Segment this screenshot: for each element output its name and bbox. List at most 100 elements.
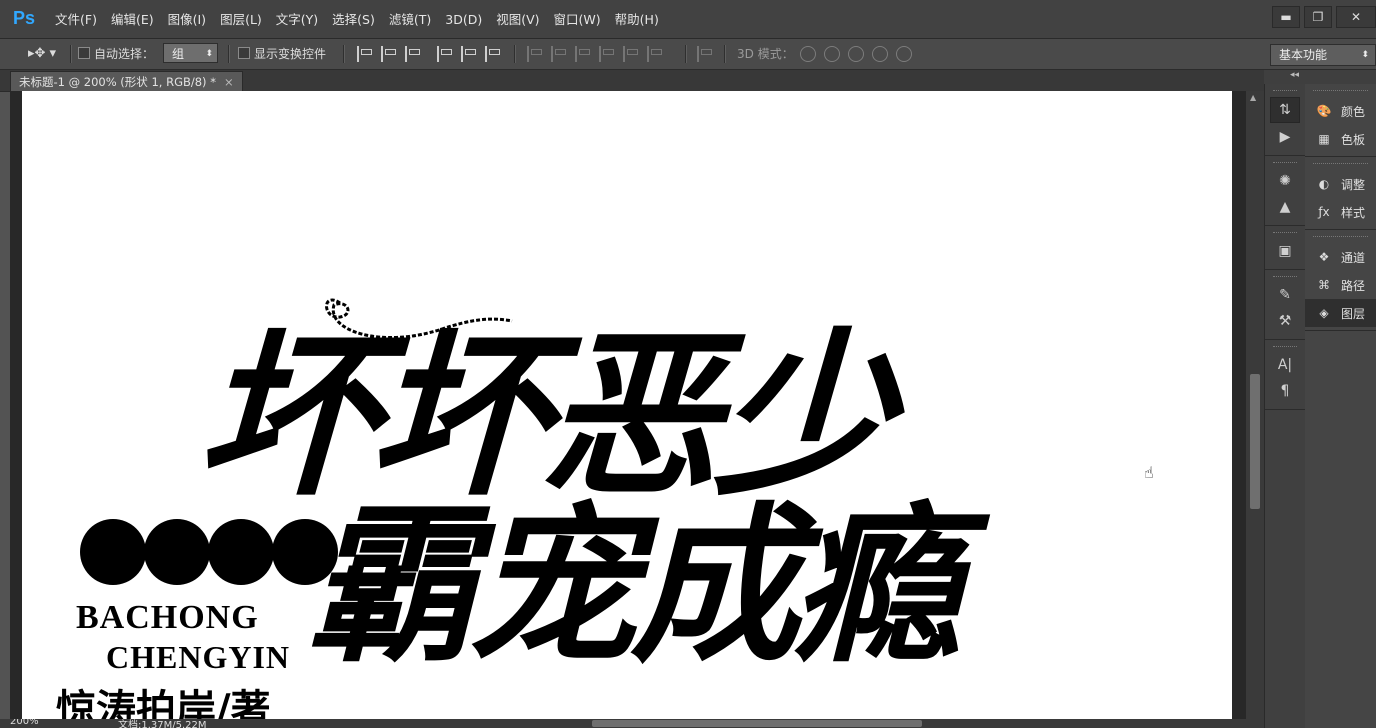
3d-mode-group	[800, 46, 912, 62]
checkbox-icon	[238, 47, 250, 59]
pinyin-line-1[interactable]: BACHONG	[76, 599, 259, 637]
grip	[1273, 162, 1297, 166]
menu-bar: Ps 文件(F) 编辑(E) 图像(I) 图层(L) 文字(Y) 选择(S) 滤…	[0, 0, 1376, 39]
grip	[1313, 90, 1368, 94]
grip	[1313, 236, 1368, 240]
panel-dock: 🎨 颜色 ▦ 色板 ◐ 调整 ƒx 样式 ❖ 通道 ⌘ 路径 ◈ 图层	[1305, 84, 1376, 728]
3d-roll-icon[interactable]	[824, 46, 840, 62]
tool-presets-icon[interactable]: ⚒	[1271, 309, 1299, 333]
title-line-2[interactable]: 霸宠成瘾	[296, 486, 994, 686]
panel-label: 图层	[1341, 306, 1366, 321]
grip	[1273, 346, 1297, 350]
scroll-thumb[interactable]	[1250, 374, 1260, 509]
swatches-icon: ▦	[1318, 132, 1330, 146]
paragraph-icon[interactable]: ¶	[1271, 379, 1299, 403]
align-top-icon[interactable]	[357, 46, 373, 62]
brush-settings-icon[interactable]: ✺	[1271, 169, 1299, 193]
grip	[1273, 276, 1297, 280]
brush-presets-icon[interactable]: ✎	[1271, 283, 1299, 307]
menu-select[interactable]: 选择(S)	[325, 0, 382, 38]
menu-view[interactable]: 视图(V)	[489, 0, 546, 38]
menu-layer[interactable]: 图层(L)	[213, 0, 269, 38]
panel-label: 颜色	[1341, 104, 1366, 119]
distribute-top-icon[interactable]	[527, 46, 543, 62]
menu-3d[interactable]: 3D(D)	[438, 0, 489, 38]
3d-slide-icon[interactable]	[872, 46, 888, 62]
panel-layers[interactable]: ◈ 图层	[1305, 299, 1376, 327]
minimize-button[interactable]: ▬	[1272, 6, 1300, 28]
layers-icon: ◈	[1319, 306, 1329, 320]
auto-select-value: 组	[172, 47, 185, 61]
distribute-vcenter-icon[interactable]	[551, 46, 567, 62]
menu-file[interactable]: 文件(F)	[48, 0, 104, 38]
panel-label: 调整	[1341, 177, 1366, 192]
align-right-icon[interactable]	[485, 46, 501, 62]
move-tool-icon[interactable]: ▸✥ ▾	[28, 39, 56, 69]
dot-shape	[208, 519, 274, 585]
actions-play-icon[interactable]: ▶	[1271, 125, 1299, 149]
document-tab[interactable]: 未标题-1 @ 200% (形状 1, RGB/8) * ×	[10, 71, 243, 92]
auto-align-icon[interactable]	[697, 46, 713, 62]
menu-image[interactable]: 图像(I)	[161, 0, 213, 38]
auto-align-group	[697, 46, 713, 62]
zoom-readout[interactable]: 200%	[10, 719, 39, 727]
auto-select-dropdown[interactable]: 组 ⬍	[163, 43, 218, 63]
panel-color[interactable]: 🎨 颜色	[1305, 97, 1376, 125]
panel-paths[interactable]: ⌘ 路径	[1305, 271, 1376, 299]
channels-icon: ❖	[1318, 250, 1330, 264]
distribute-hcenter-icon[interactable]	[623, 46, 639, 62]
workspace-switcher[interactable]: 基本功能 ⬍	[1270, 44, 1376, 66]
panel-label: 色板	[1341, 132, 1366, 147]
3d-scale-icon[interactable]	[896, 46, 912, 62]
history-icon[interactable]: ⇅	[1270, 97, 1300, 123]
separator	[685, 45, 686, 63]
dots-row	[80, 519, 338, 585]
status-bar: 200% 文档:1.37M/5.22M	[0, 719, 1264, 728]
artboard[interactable]: 坏坏恶少 霸宠成瘾 BACHONG CHENGYIN 惊涛拍岸/著 ☝	[22, 91, 1232, 719]
pinyin-line-2[interactable]: CHENGYIN	[106, 639, 290, 676]
align-left-icon[interactable]	[437, 46, 453, 62]
canvas-area[interactable]: 坏坏恶少 霸宠成瘾 BACHONG CHENGYIN 惊涛拍岸/著 ☝	[10, 91, 1246, 719]
swirl-shape-path[interactable]	[22, 91, 622, 391]
close-button[interactable]: ✕	[1336, 6, 1376, 28]
character-icon[interactable]: A|	[1271, 353, 1299, 377]
close-tab-icon[interactable]: ×	[224, 75, 234, 89]
panel-collapse-button[interactable]: ◂◂	[1264, 70, 1376, 84]
dot-shape	[272, 519, 338, 585]
strip-group: A| ¶	[1265, 340, 1305, 410]
align-horizontal-group	[437, 46, 501, 62]
scroll-up-icon[interactable]: ▲	[1250, 93, 1256, 102]
show-transform-checkbox[interactable]: 显示变换控件	[238, 39, 326, 69]
histogram-icon[interactable]: ▲	[1271, 195, 1299, 219]
collapse-icon: ◂◂	[1290, 70, 1300, 80]
panel-styles[interactable]: ƒx 样式	[1305, 198, 1376, 226]
align-vcenter-icon[interactable]	[381, 46, 397, 62]
distribute-bottom-icon[interactable]	[575, 46, 591, 62]
grip	[1273, 90, 1297, 94]
panel-label: 通道	[1341, 250, 1366, 265]
properties-icon[interactable]: ▣	[1271, 239, 1299, 263]
align-hcenter-icon[interactable]	[461, 46, 477, 62]
menu-type[interactable]: 文字(Y)	[269, 0, 325, 38]
restore-button[interactable]: ❐	[1304, 6, 1332, 28]
options-bar: ▸✥ ▾ 自动选择： 组 ⬍ 显示变换控件 3D 模式：	[0, 39, 1376, 70]
document-size[interactable]: 文档:1.37M/5.22M	[118, 719, 207, 728]
distribute-left-icon[interactable]	[599, 46, 615, 62]
menu-filter[interactable]: 滤镜(T)	[382, 0, 438, 38]
auto-select-checkbox[interactable]: 自动选择：	[78, 39, 154, 69]
author-credit[interactable]: 惊涛拍岸/著	[56, 677, 271, 719]
3d-drag-icon[interactable]	[848, 46, 864, 62]
menu-window[interactable]: 窗口(W)	[547, 0, 608, 38]
panel-channels[interactable]: ❖ 通道	[1305, 243, 1376, 271]
distribute-right-icon[interactable]	[647, 46, 663, 62]
panel-adjustments[interactable]: ◐ 调整	[1305, 170, 1376, 198]
panel-swatches[interactable]: ▦ 色板	[1305, 125, 1376, 153]
vertical-scrollbar[interactable]: ▲	[1246, 91, 1264, 719]
horizontal-scroll-thumb[interactable]	[592, 720, 922, 727]
menu-help[interactable]: 帮助(H)	[608, 0, 666, 38]
menu-edit[interactable]: 编辑(E)	[104, 0, 161, 38]
3d-orbit-icon[interactable]	[800, 46, 816, 62]
align-bottom-icon[interactable]	[405, 46, 421, 62]
strip-group: ✺ ▲	[1265, 156, 1305, 226]
strip-group: ✎ ⚒	[1265, 270, 1305, 340]
